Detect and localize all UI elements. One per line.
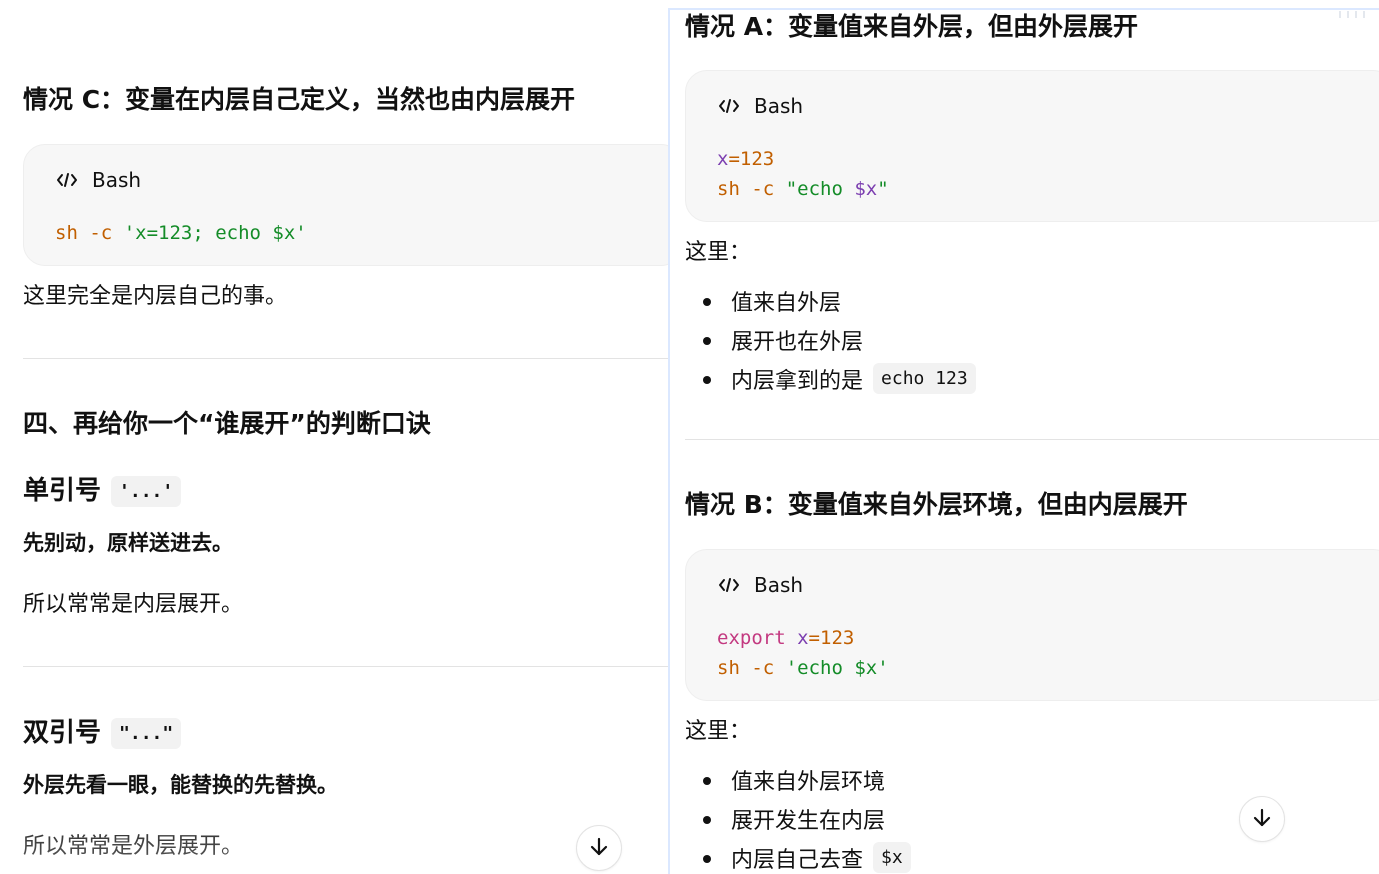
list-item: 内层自己去查 $x [685,838,911,874]
code-number: 123 [820,627,855,649]
case-a-here-label: 这里： [685,240,752,265]
scroll-down-button[interactable] [576,825,622,871]
case-b-code-line-2: sh -c 'echo $x' [717,653,889,683]
code-variable-name: x [797,627,809,649]
right-message-panel: 情况 A：变量值来自外层，但由外层展开 Bash x=123 sh -c "ec… [668,8,1379,874]
case-c-code-block: Bash sh -c 'x=123; echo $x' [23,144,670,266]
single-quote-code: '...' [111,475,182,507]
code-command: sh [717,657,740,679]
double-quote-label: 双引号 [23,718,102,748]
scroll-down-button[interactable] [1239,796,1285,842]
code-icon [54,168,80,192]
list-item: 值来自外层 [685,281,976,320]
arrow-down-icon [588,836,610,861]
code-icon [716,573,742,597]
code-block-header: Bash [716,570,803,600]
double-quote-rule: 外层先看一眼，能替换的先替换。 [23,773,338,797]
case-b-bullet-list: 值来自外层环境 展开发生在内层 内层自己去查 $x [685,760,911,874]
code-command: sh [55,222,78,244]
code-string-suffix: " [877,178,889,200]
list-item-text: 内层拿到的是 [731,368,864,394]
list-item-text: 内层自己去查 [731,847,864,873]
case-a-code-line-2: sh -c "echo $x" [717,174,889,204]
code-operator: = [808,627,820,649]
code-language-label: Bash [92,168,142,192]
section-four-title: 四、再给你一个“谁展开”的判断口诀 [23,409,431,438]
case-b-code-block: Bash export x=123 sh -c 'echo $x' [685,549,1379,701]
inline-code: $x [873,842,911,873]
double-quote-code: "..." [111,717,182,749]
code-language-label: Bash [754,94,804,118]
code-language-label: Bash [754,573,804,597]
case-c-title: 情况 C：变量在内层自己定义，当然也由内层展开 [23,85,576,114]
code-flag: -c [751,657,775,679]
case-b-code-line-1: export x=123 [717,623,854,653]
case-a-bullet-list: 值来自外层 展开也在外层 内层拿到的是 echo 123 [685,281,976,398]
section-divider [23,666,668,667]
list-item: 展开也在外层 [685,320,976,359]
case-a-code-block: Bash x=123 sh -c "echo $x" [685,70,1379,222]
double-quote-heading: 双引号 "..." [23,716,182,750]
list-item: 内层拿到的是 echo 123 [685,359,976,398]
case-b-here-label: 这里： [685,719,752,744]
code-string-prefix: "echo [785,178,855,200]
window-corner-marker [1339,11,1365,18]
code-flag: -c [89,222,113,244]
section-divider [685,439,1379,440]
single-quote-rule: 先别动，原样送进去。 [23,531,233,555]
code-block-header: Bash [716,91,803,121]
code-keyword: export [717,627,786,649]
chat-split-view: 情况 C：变量在内层自己定义，当然也由内层展开 Bash sh -c 'x=12… [0,0,1379,874]
code-variable: $x [854,178,878,200]
single-quote-heading: 单引号 '...' [23,474,182,508]
single-quote-label: 单引号 [23,476,102,506]
code-operator: = [728,148,740,170]
code-string: 'x=123; echo $x' [123,222,307,244]
code-variable-name: x [717,148,729,170]
code-command: sh [717,178,740,200]
list-item: 展开发生在内层 [685,799,911,838]
code-flag: -c [751,178,775,200]
code-number: 123 [739,148,775,170]
code-icon [716,94,742,118]
double-quote-result: 所以常常是外层展开。 [23,834,244,859]
case-c-explanation: 这里完全是内层自己的事。 [23,284,288,309]
list-item: 值来自外层环境 [685,760,911,799]
code-block-header: Bash [54,165,141,195]
arrow-down-icon [1251,807,1273,832]
case-c-code-line: sh -c 'x=123; echo $x' [55,218,307,248]
single-quote-result: 所以常常是内层展开。 [23,592,244,617]
left-message-panel: 情况 C：变量在内层自己定义，当然也由内层展开 Bash sh -c 'x=12… [0,0,670,874]
case-b-title: 情况 B：变量值来自外层环境，但由内层展开 [685,490,1188,519]
case-a-code-line-1: x=123 [717,144,774,174]
code-string: 'echo $x' [785,657,889,679]
case-a-title: 情况 A：变量值来自外层，但由外层展开 [685,12,1139,41]
inline-code: echo 123 [873,363,976,394]
section-divider [23,358,668,359]
